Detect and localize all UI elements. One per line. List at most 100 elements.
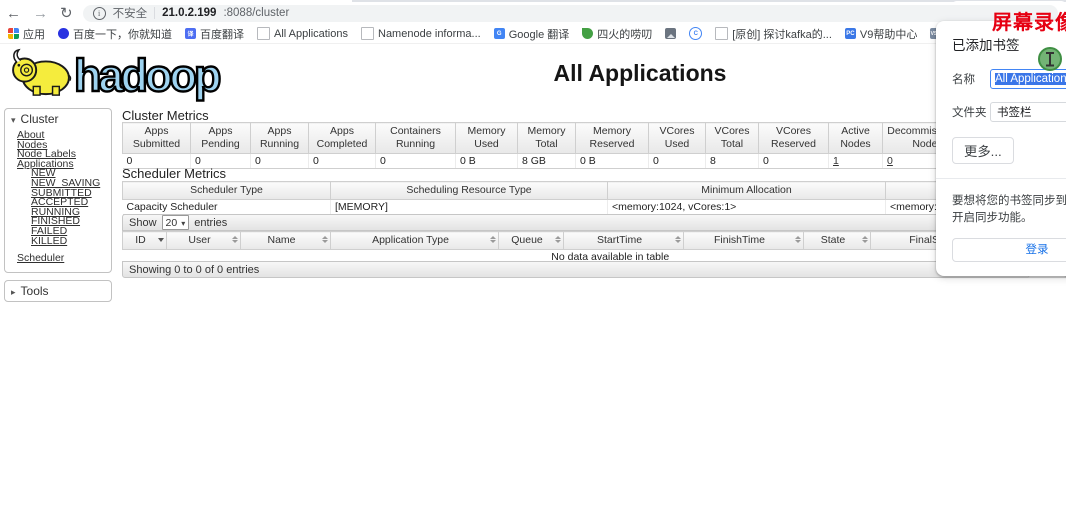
sort-icon	[322, 236, 328, 243]
col-vcores-total: VCores Total	[706, 123, 759, 154]
baidu-icon	[58, 28, 69, 39]
folder-row: 文件夹 书签栏	[952, 102, 1066, 122]
signin-button[interactable]: 登录	[952, 238, 1066, 262]
val-scheduling-resource-type: [MEMORY]	[331, 200, 608, 215]
col-finishtime[interactable]: FinishTime	[684, 232, 804, 250]
more-button[interactable]: 更多...	[952, 137, 1014, 164]
cluster-metrics-table: Apps Submitted Apps Pending Apps Running…	[122, 122, 973, 169]
bookmark-item-v9-help[interactable]: PC V9帮助中心	[845, 26, 917, 42]
bookmark-item-image[interactable]	[665, 28, 676, 39]
val-memory-total: 8 GB	[518, 154, 576, 169]
bookmark-name-input[interactable]: All Applications	[990, 69, 1066, 89]
cursor-indicator-icon	[1038, 47, 1062, 71]
bookmark-item-sihuo[interactable]: 四火的唠叨	[582, 26, 652, 42]
table-info-footer: Showing 0 to 0 of 0 entries First	[122, 261, 1066, 278]
sidebar-item-scheduler[interactable]: Scheduler	[17, 254, 107, 264]
page-size-value: 20	[166, 217, 178, 229]
col-user[interactable]: User	[167, 232, 241, 250]
applications-header-row: ID User Name Application Type Queue Star…	[123, 232, 1066, 250]
c-circle-icon: C	[689, 27, 702, 40]
sort-icon	[232, 236, 238, 243]
col-queue[interactable]: Queue	[499, 232, 564, 250]
application-states: NEW NEW_SAVING SUBMITTED ACCEPTED RUNNIN…	[31, 169, 107, 246]
col-vcores-reserved: VCores Reserved	[759, 123, 829, 154]
url-path: :8088/cluster	[223, 7, 289, 19]
col-state[interactable]: State	[804, 232, 871, 250]
sort-icon	[675, 236, 681, 243]
val-containers-running: 0	[376, 154, 456, 169]
bookmark-item-kafka[interactable]: [原创] 探讨kafka的...	[715, 26, 832, 42]
scheduler-metrics-value-row: Capacity Scheduler [MEMORY] <memory:1024…	[123, 200, 973, 215]
col-name[interactable]: Name	[241, 232, 331, 250]
bookmark-item-namenode[interactable]: Namenode informa...	[361, 27, 481, 40]
col-containers-running: Containers Running	[376, 123, 456, 154]
sidebar-item-killed[interactable]: KILLED	[31, 237, 107, 247]
expand-arrow-icon	[11, 284, 16, 298]
page-icon	[715, 27, 728, 40]
entries-label: entries	[194, 217, 227, 229]
url-host: 21.0.2.199	[162, 7, 216, 19]
v9-icon: PC	[845, 28, 856, 39]
browser-window: 不安全 21.0.2.199:8088/cluster 应用 百度一下，你就知道…	[0, 0, 1066, 518]
forward-icon[interactable]	[33, 6, 48, 21]
info-icon[interactable]	[93, 7, 106, 20]
decommissioned-nodes-link[interactable]: 0	[887, 155, 893, 167]
cluster-links: About Nodes Node Labels Applications NEW…	[5, 129, 111, 272]
bookmarks-bar: 应用 百度一下，你就知道 译 百度翻译 All Applications Nam…	[0, 24, 1066, 44]
apps-grid-icon	[8, 28, 19, 39]
google-translate-icon: G	[494, 28, 505, 39]
tools-section-label: Tools	[21, 284, 49, 298]
sort-icon	[555, 236, 561, 243]
cluster-metrics-header-row: Apps Submitted Apps Pending Apps Running…	[123, 123, 973, 154]
page-size-select[interactable]: 20	[162, 215, 190, 230]
hadoop-elephant-logo	[10, 46, 72, 98]
show-label: Show	[129, 217, 157, 229]
bookmark-item-baidu[interactable]: 百度一下，你就知道	[58, 26, 172, 42]
col-apps-pending: Apps Pending	[191, 123, 251, 154]
col-application-type[interactable]: Application Type	[331, 232, 499, 250]
col-scheduling-resource-type: Scheduling Resource Type	[331, 182, 608, 200]
cluster-section-header[interactable]: Cluster	[5, 109, 111, 129]
col-vcores-used: VCores Used	[649, 123, 706, 154]
page-icon	[361, 27, 374, 40]
applications-table: ID User Name Application Type Queue Star…	[122, 231, 1066, 265]
scheduler-metrics-header-row: Scheduler Type Scheduling Resource Type …	[123, 182, 973, 200]
bookmark-item-apps[interactable]: 应用	[8, 26, 45, 42]
cluster-metrics-title: Cluster Metrics	[122, 108, 209, 123]
tools-nav-box: Tools	[4, 280, 112, 302]
cluster-nav-box: Cluster About Nodes Node Labels Applicat…	[4, 108, 112, 273]
bookmark-item-google-translate[interactable]: G Google 翻译	[494, 26, 570, 42]
active-nodes-link[interactable]: 1	[833, 155, 839, 167]
bookmark-folder-select[interactable]: 书签栏	[990, 102, 1066, 122]
hadoop-logo-text: hadoop	[74, 55, 218, 98]
sync-text-line2: 开启同步功能。	[952, 210, 1066, 227]
reload-icon[interactable]	[60, 6, 73, 21]
col-minimum-allocation: Minimum Allocation	[608, 182, 886, 200]
val-minimum-allocation: <memory:1024, vCores:1>	[608, 200, 886, 215]
bookmark-item-all-applications[interactable]: All Applications	[257, 27, 348, 40]
col-starttime[interactable]: StartTime	[564, 232, 684, 250]
collapse-arrow-icon	[11, 112, 16, 126]
bookmark-item-c-circle[interactable]: C	[689, 27, 702, 40]
tools-section-header[interactable]: Tools	[5, 281, 111, 301]
address-bar[interactable]: 不安全 21.0.2.199:8088/cluster	[83, 5, 1058, 22]
col-apps-submitted: Apps Submitted	[123, 123, 191, 154]
col-memory-total: Memory Total	[518, 123, 576, 154]
address-divider	[154, 7, 155, 19]
sidebar: Cluster About Nodes Node Labels Applicat…	[4, 108, 112, 309]
screen-recording-watermark: 屏幕录像	[992, 6, 1066, 35]
sort-icon	[795, 236, 801, 243]
page-icon	[257, 27, 270, 40]
table-length-toolbar: Show 20 entries	[122, 214, 1066, 231]
scheduler-metrics-table: Scheduler Type Scheduling Resource Type …	[122, 181, 973, 215]
cluster-section-label: Cluster	[21, 112, 59, 126]
folder-value: 书签栏	[997, 104, 1032, 120]
scheduler-metrics-title: Scheduler Metrics	[122, 166, 226, 181]
col-apps-running: Apps Running	[251, 123, 309, 154]
col-id[interactable]: ID	[123, 232, 167, 250]
back-icon[interactable]	[6, 6, 21, 21]
col-memory-reserved: Memory Reserved	[576, 123, 649, 154]
bookmark-item-baidu-translate[interactable]: 译 百度翻译	[185, 26, 244, 42]
sort-icon	[490, 236, 496, 243]
col-scheduler-type: Scheduler Type	[123, 182, 331, 200]
